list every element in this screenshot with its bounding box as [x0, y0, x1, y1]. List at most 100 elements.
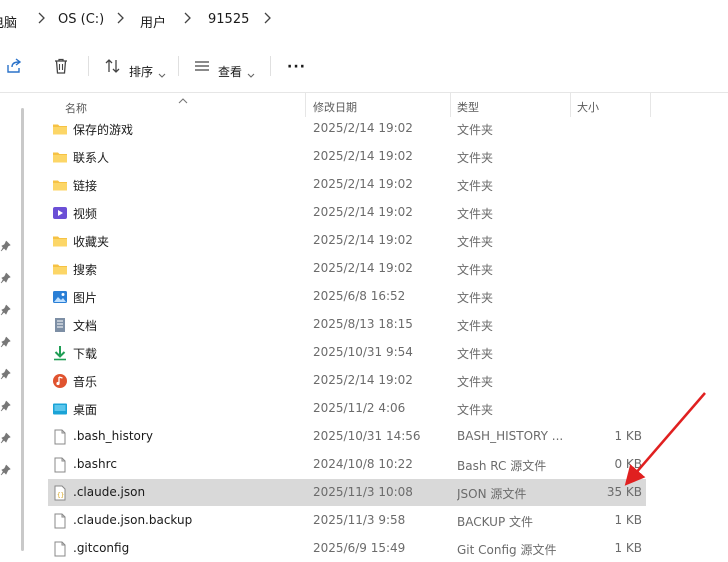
file-row[interactable]: 视频 2025/2/14 19:02 文件夹	[48, 199, 646, 226]
sort-icon[interactable]	[104, 57, 122, 75]
file-date-modified: 2025/10/31 14:56	[313, 429, 421, 443]
file-row[interactable]: 搜索 2025/2/14 19:02 文件夹	[48, 255, 646, 282]
chevron-right-icon[interactable]	[182, 11, 192, 25]
json-file-icon: {}	[52, 485, 68, 501]
file-type: 文件夹	[457, 403, 494, 417]
column-divider[interactable]	[450, 93, 451, 117]
column-header-name[interactable]: 名称	[65, 100, 87, 116]
file-row[interactable]: .gitconfig 2025/6/9 15:49 Git Config 源文件 1 …	[48, 535, 646, 562]
file-type: 文件夹	[457, 263, 494, 277]
breadcrumb-item-user-folder[interactable]: 91525	[208, 12, 249, 27]
chevron-right-icon[interactable]	[115, 11, 125, 25]
file-row[interactable]: 保存的游戏 2025/2/14 19:02 文件夹	[48, 115, 646, 142]
file-row[interactable]: 收藏夹 2025/2/14 19:02 文件夹	[48, 227, 646, 254]
file-date-modified: 2025/2/14 19:02	[313, 177, 413, 191]
file-row[interactable]: 链接 2025/2/14 19:02 文件夹	[48, 171, 646, 198]
file-type: 文件夹	[457, 151, 494, 165]
pin-icon[interactable]	[0, 397, 12, 412]
file-date-modified: 2025/8/13 18:15	[313, 317, 413, 331]
command-bar: 排序 查看 ···	[0, 40, 728, 93]
pin-icon[interactable]	[0, 333, 12, 348]
navigation-pane	[0, 93, 30, 551]
file-name: 文档	[73, 319, 98, 333]
file-row[interactable]: 音乐 2025/2/14 19:02 文件夹	[48, 367, 646, 394]
file-date-modified: 2025/6/8 16:52	[313, 289, 406, 303]
file-row[interactable]: {} .claude.json 2025/11/3 10:08 JSON 源文件 35 …	[48, 479, 646, 506]
address-bar[interactable]: 电脑 OS (C:) 用户 91525	[0, 0, 728, 40]
file-type: Bash RC 源文件	[457, 459, 547, 473]
folder-icon	[52, 261, 68, 277]
breadcrumb-item-drive[interactable]: OS (C:)	[58, 12, 104, 27]
column-header-type[interactable]: 类型	[457, 99, 479, 115]
chevron-down-icon[interactable]	[158, 64, 166, 78]
trash-icon[interactable]	[52, 57, 70, 75]
file-name: 图片	[73, 291, 98, 305]
file-name: .claude.json	[73, 485, 146, 499]
file-type: 文件夹	[457, 179, 494, 193]
folder-icon	[52, 233, 68, 249]
column-divider[interactable]	[650, 93, 651, 117]
pin-icon[interactable]	[0, 429, 12, 444]
file-row[interactable]: .claude.json.backup 2025/11/3 9:58 BACKUP …	[48, 507, 646, 534]
breadcrumb-item-users[interactable]: 用户	[140, 12, 166, 31]
file-row[interactable]: 下载 2025/10/31 9:54 文件夹	[48, 339, 646, 366]
chevron-down-icon[interactable]	[247, 64, 255, 78]
file-size: 35 KB	[606, 485, 642, 499]
file-date-modified: 2025/11/2 4:06	[313, 401, 406, 415]
file-name: .bashrc	[73, 457, 117, 471]
file-type: Git Config 源文件	[457, 543, 557, 557]
column-header-size[interactable]: 大小	[577, 99, 599, 115]
desktop-folder-icon	[52, 401, 68, 417]
pin-icon[interactable]	[0, 301, 12, 316]
svg-text:{}: {}	[57, 492, 64, 499]
file-row[interactable]: .bashrc 2024/10/8 10:22 Bash RC 源文件 0 KB	[48, 451, 646, 478]
sort-button[interactable]: 排序	[129, 63, 153, 80]
navigation-scrollbar[interactable]	[21, 108, 24, 551]
file-name: 搜索	[73, 263, 98, 277]
file-type: 文件夹	[457, 207, 494, 221]
file-type: 文件夹	[457, 319, 494, 333]
file-date-modified: 2024/10/8 10:22	[313, 457, 413, 471]
file-name: 联系人	[73, 151, 110, 165]
pin-icon[interactable]	[0, 269, 12, 284]
file-date-modified: 2025/2/14 19:02	[313, 121, 413, 135]
share-icon[interactable]	[5, 57, 23, 75]
view-button[interactable]: 查看	[218, 63, 242, 80]
file-date-modified: 2025/11/3 9:58	[313, 513, 406, 527]
column-divider[interactable]	[305, 93, 306, 117]
file-type: 文件夹	[457, 375, 494, 389]
view-icon[interactable]	[193, 57, 211, 75]
toolbar-divider	[178, 56, 179, 76]
file-row[interactable]: 桌面 2025/11/2 4:06 文件夹	[48, 395, 646, 422]
file-name: 链接	[73, 179, 98, 193]
file-type: 文件夹	[457, 123, 494, 137]
file-size: 1 KB	[614, 429, 642, 443]
breadcrumb-item-computer[interactable]: 电脑	[0, 12, 17, 31]
file-row[interactable]: 文档 2025/8/13 18:15 文件夹	[48, 311, 646, 338]
music-folder-icon	[52, 373, 68, 389]
file-row[interactable]: .bash_history 2025/10/31 14:56 BASH_HISTOR…	[48, 423, 646, 450]
file-type: BACKUP 文件	[457, 515, 533, 529]
pin-icon[interactable]	[0, 461, 12, 476]
file-date-modified: 2025/2/14 19:02	[313, 233, 413, 247]
more-options-button[interactable]: ···	[287, 59, 306, 75]
file-row[interactable]: 联系人 2025/2/14 19:02 文件夹	[48, 143, 646, 170]
pin-icon[interactable]	[0, 237, 12, 252]
downloads-folder-icon	[52, 345, 68, 361]
chevron-right-icon[interactable]	[262, 11, 272, 25]
file-type: 文件夹	[457, 291, 494, 305]
toolbar-divider	[88, 56, 89, 76]
pictures-folder-icon	[52, 289, 68, 305]
pin-icon[interactable]	[0, 365, 12, 380]
file-type: BASH_HISTORY ...	[457, 429, 564, 443]
file-date-modified: 2025/2/14 19:02	[313, 205, 413, 219]
file-date-modified: 2025/10/31 9:54	[313, 345, 413, 359]
file-name: .claude.json.backup	[73, 513, 193, 527]
sort-ascending-icon	[178, 90, 188, 104]
file-name: 音乐	[73, 375, 98, 389]
column-divider[interactable]	[570, 93, 571, 117]
chevron-right-icon[interactable]	[36, 11, 46, 25]
file-type: JSON 源文件	[457, 487, 527, 501]
column-header-date[interactable]: 修改日期	[313, 99, 357, 115]
file-row[interactable]: 图片 2025/6/8 16:52 文件夹	[48, 283, 646, 310]
